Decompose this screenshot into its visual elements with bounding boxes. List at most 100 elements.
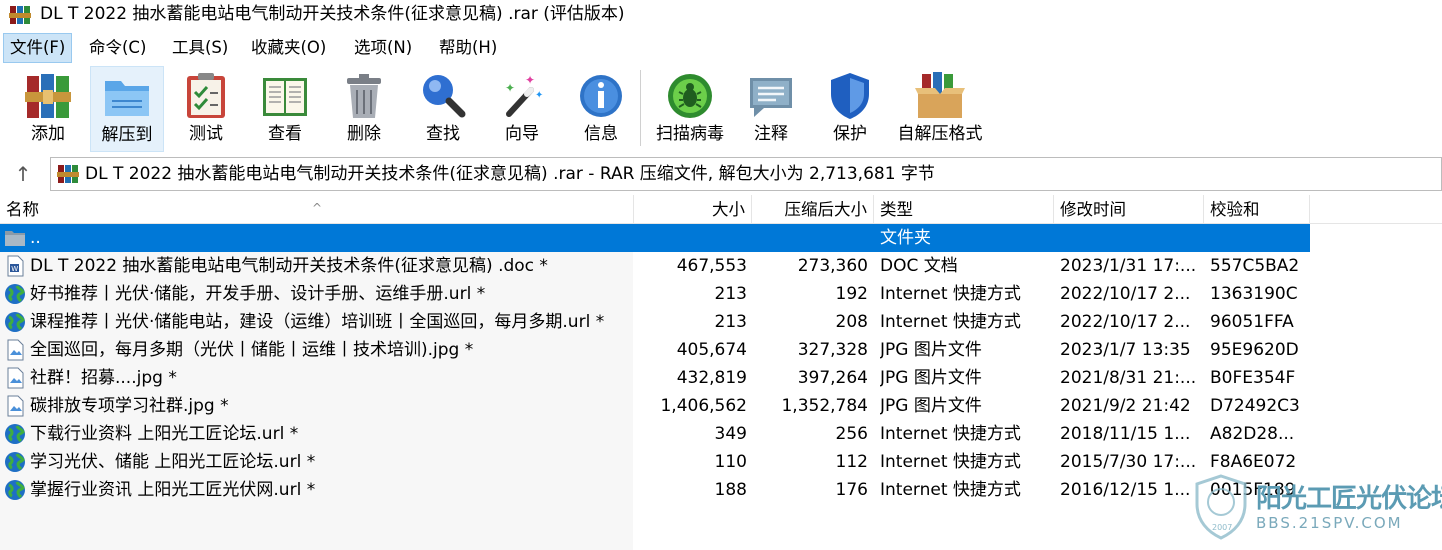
globe-url-icon [5,284,25,304]
svg-text:W: W [11,265,18,273]
file-name: 下载行业资料 上阳光工匠论坛.url * [30,424,299,444]
sfx-label: 自解压格式 [897,124,983,144]
file-packed-size: 256 [835,424,868,444]
file-size: 213 [714,284,747,304]
table-row[interactable]: 好书推荐丨光伏·储能，开发手册、设计手册、运维手册.url * 213 192 … [0,280,1310,308]
info-icon [580,75,622,117]
file-modified: 2018/11/15 1... [1060,424,1191,444]
test-button[interactable]: 测试 [170,66,242,150]
table-row[interactable]: 课程推荐丨光伏·储能电站，建设（运维）培训班丨全国巡回，每月多期.url * 2… [0,308,1310,336]
file-crc: 95E9620D [1210,340,1299,360]
file-type: Internet 快捷方式 [880,424,1021,444]
find-button[interactable]: 查找 [407,66,479,150]
up-arrow-icon[interactable]: ↑ [8,161,38,187]
file-crc: A82D28... [1210,424,1295,444]
virus-scan-button[interactable]: 扫描病毒 [654,66,726,150]
menu-favorites[interactable]: 收藏夹(O) [245,34,332,62]
menu-options[interactable]: 选项(N) [348,34,418,62]
file-size: 188 [714,480,747,500]
file-name: 掌握行业资讯 上阳光工匠光伏网.url * [30,480,316,500]
table-row[interactable]: 下载行业资料 上阳光工匠论坛.url * 349 256 Internet 快捷… [0,420,1310,448]
virus-scan-icon [668,74,712,118]
file-packed-size: 112 [835,452,868,472]
file-size: 349 [714,424,747,444]
archive-path-text: DL T 2022 抽水蓄能电站电气制动开关技术条件(征求意见稿) .rar -… [85,164,935,184]
column-name[interactable]: 名称 ^ [0,195,634,223]
menu-file[interactable]: 文件(F) [3,33,73,63]
file-modified: 2015/7/30 17:... [1060,452,1197,472]
word-doc-icon: W [7,255,24,277]
file-packed-size: 208 [835,312,868,332]
file-packed-size [752,224,868,252]
address-bar: ↑ DL T 2022 抽水蓄能电站电气制动开关技术条件(征求意见稿) .rar… [0,155,1442,191]
column-modified[interactable]: 修改时间 [1054,195,1204,223]
view-button[interactable]: 查看 [249,66,321,150]
image-file-icon [7,367,24,389]
protect-button[interactable]: 保护 [814,66,886,150]
delete-button[interactable]: 删除 [328,66,400,150]
folder-extract-icon [105,81,149,116]
watermark-url: BBS.21SPV.COM [1256,514,1403,532]
svg-text:✦: ✦ [505,81,515,95]
file-modified: 2022/10/17 2... [1060,312,1191,332]
menu-bar: 文件(F) 命令(C) 工具(S) 收藏夹(O) 选项(N) 帮助(H) [0,33,1442,64]
file-modified: 2021/9/2 21:42 [1060,396,1191,416]
sfx-button[interactable]: 自解压格式 [898,66,983,150]
file-size: 110 [714,452,747,472]
rar-archive-icon [57,165,79,183]
file-type: JPG 图片文件 [880,368,982,388]
column-size[interactable]: 大小 [634,195,752,223]
title-bar: DL T 2022 抽水蓄能电站电气制动开关技术条件(征求意见稿) .rar (… [0,0,1442,30]
file-packed-size: 176 [835,480,868,500]
file-crc: F8A6E072 [1210,452,1297,472]
table-row[interactable]: 碳排放专项学习社群.jpg * 1,406,562 1,352,784 JPG … [0,392,1310,420]
file-size: 405,674 [676,340,747,360]
menu-tools[interactable]: 工具(S) [166,34,234,62]
file-size: 1,406,562 [660,396,747,416]
file-name: 课程推荐丨光伏·储能电站，建设（运维）培训班丨全国巡回，每月多期.url * [30,312,605,332]
menu-command[interactable]: 命令(C) [83,34,152,62]
file-size [634,224,747,252]
file-modified: 2016/12/15 1... [1060,480,1191,500]
table-row[interactable]: .. 文件夹 [0,224,1310,252]
file-size: 467,553 [676,256,747,276]
table-row[interactable]: 学习光伏、储能 上阳光工匠论坛.url * 110 112 Internet 快… [0,448,1310,476]
watermark-logo: 2007 阳光工匠光伏论坛 BBS.21SPV.COM [1190,474,1442,544]
sort-ascending-icon: ^ [312,201,323,215]
file-modified [1060,224,1200,252]
add-button[interactable]: 添加 [12,66,84,150]
file-crc [1210,224,1310,252]
file-packed-size: 327,328 [797,340,868,360]
file-size: 213 [714,312,747,332]
column-type[interactable]: 类型 [874,195,1054,223]
table-row[interactable]: 全国巡回，每月多期（光伏丨储能丨运维丨技术培训).jpg * 405,674 3… [0,336,1310,364]
column-crc[interactable]: 校验和 [1204,195,1310,223]
toolbar: 添加 解压到 测试 查看 删除 查找 ✦ ✦ ✦ 向导 信息 扫描病毒 注释 保… [0,64,1442,152]
trash-can-icon [347,74,381,118]
file-type: Internet 快捷方式 [880,452,1021,472]
extract-to-button[interactable]: 解压到 [90,66,164,152]
window-title: DL T 2022 抽水蓄能电站电气制动开关技术条件(征求意见稿) .rar (… [40,4,625,24]
table-row[interactable]: W DL T 2022 抽水蓄能电站电气制动开关技术条件(征求意见稿) .doc… [0,252,1310,280]
info-button[interactable]: 信息 [565,66,637,150]
file-crc: D72492C3 [1210,396,1300,416]
sfx-box-icon [915,72,965,118]
file-crc: B0FE354F [1210,368,1296,388]
archive-path-field[interactable]: DL T 2022 抽水蓄能电站电气制动开关技术条件(征求意见稿) .rar -… [50,157,1442,191]
globe-url-icon [5,312,25,332]
column-name-label: 名称 [6,200,39,219]
image-file-icon [7,395,24,417]
globe-url-icon [5,480,25,500]
file-type: DOC 文档 [880,256,958,276]
table-row[interactable]: 社群！招募....jpg * 432,819 397,264 JPG 图片文件 … [0,364,1310,392]
column-packed[interactable]: 压缩后大小 [752,195,874,223]
file-name: 碳排放专项学习社群.jpg * [30,396,229,416]
file-modified: 2023/1/31 17:... [1060,256,1197,276]
comment-button[interactable]: 注释 [735,66,807,150]
menu-help[interactable]: 帮助(H) [433,34,503,62]
file-name: .. [30,228,41,248]
table-row[interactable]: 掌握行业资讯 上阳光工匠光伏网.url * 188 176 Internet 快… [0,476,1310,504]
file-modified: 2021/8/31 21:... [1060,368,1197,388]
svg-text:✦: ✦ [535,90,543,101]
wizard-button[interactable]: ✦ ✦ ✦ 向导 [486,66,558,150]
